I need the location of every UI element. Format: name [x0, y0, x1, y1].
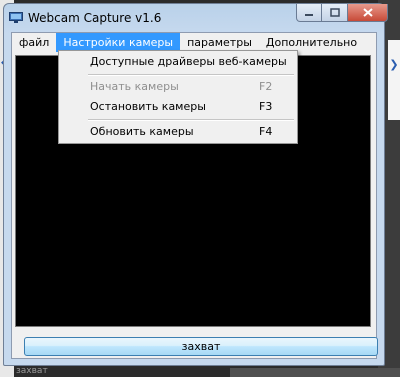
background-arrow-icon: ❯: [389, 58, 399, 71]
title-bar[interactable]: Webcam Capture v1.6: [4, 4, 388, 32]
app-icon: [9, 12, 23, 23]
menu-item-refresh-cameras[interactable]: Обновить камеры F4: [59, 123, 297, 141]
menu-item-available-drivers[interactable]: Доступные драйверы веб-камеры: [59, 53, 297, 71]
menu-item-stop-cameras[interactable]: Остановить камеры F3: [59, 98, 297, 116]
menu-separator: [88, 74, 294, 76]
capture-button[interactable]: захват: [24, 337, 378, 356]
camera-settings-dropdown: Доступные драйверы веб-камеры Начать кам…: [58, 50, 298, 144]
menu-item-shortcut: F4: [259, 125, 273, 138]
menu-item-label: Остановить камеры: [90, 100, 206, 113]
window-controls: [296, 4, 388, 24]
minimize-icon: [305, 13, 313, 16]
menu-item-label: Начать камеры: [90, 80, 179, 93]
menu-item-label: Доступные драйверы веб-камеры: [90, 55, 287, 68]
maximize-button[interactable]: [322, 4, 348, 22]
menu-separator: [88, 119, 294, 121]
menu-item-shortcut: F3: [259, 100, 273, 113]
menu-item-start-cameras: Начать камеры F2: [59, 78, 297, 96]
background-panel-strip: [388, 40, 400, 120]
menu-file[interactable]: файл: [12, 33, 56, 52]
maximize-icon: [329, 8, 340, 17]
menu-item-shortcut: F2: [259, 80, 273, 93]
background-text: захват: [16, 366, 48, 376]
menu-item-label: Обновить камеры: [90, 125, 194, 138]
minimize-button[interactable]: [296, 4, 322, 22]
background-bar: [230, 368, 400, 377]
close-icon: [362, 8, 373, 17]
close-button[interactable]: [348, 4, 388, 22]
window-title: Webcam Capture v1.6: [28, 11, 162, 25]
